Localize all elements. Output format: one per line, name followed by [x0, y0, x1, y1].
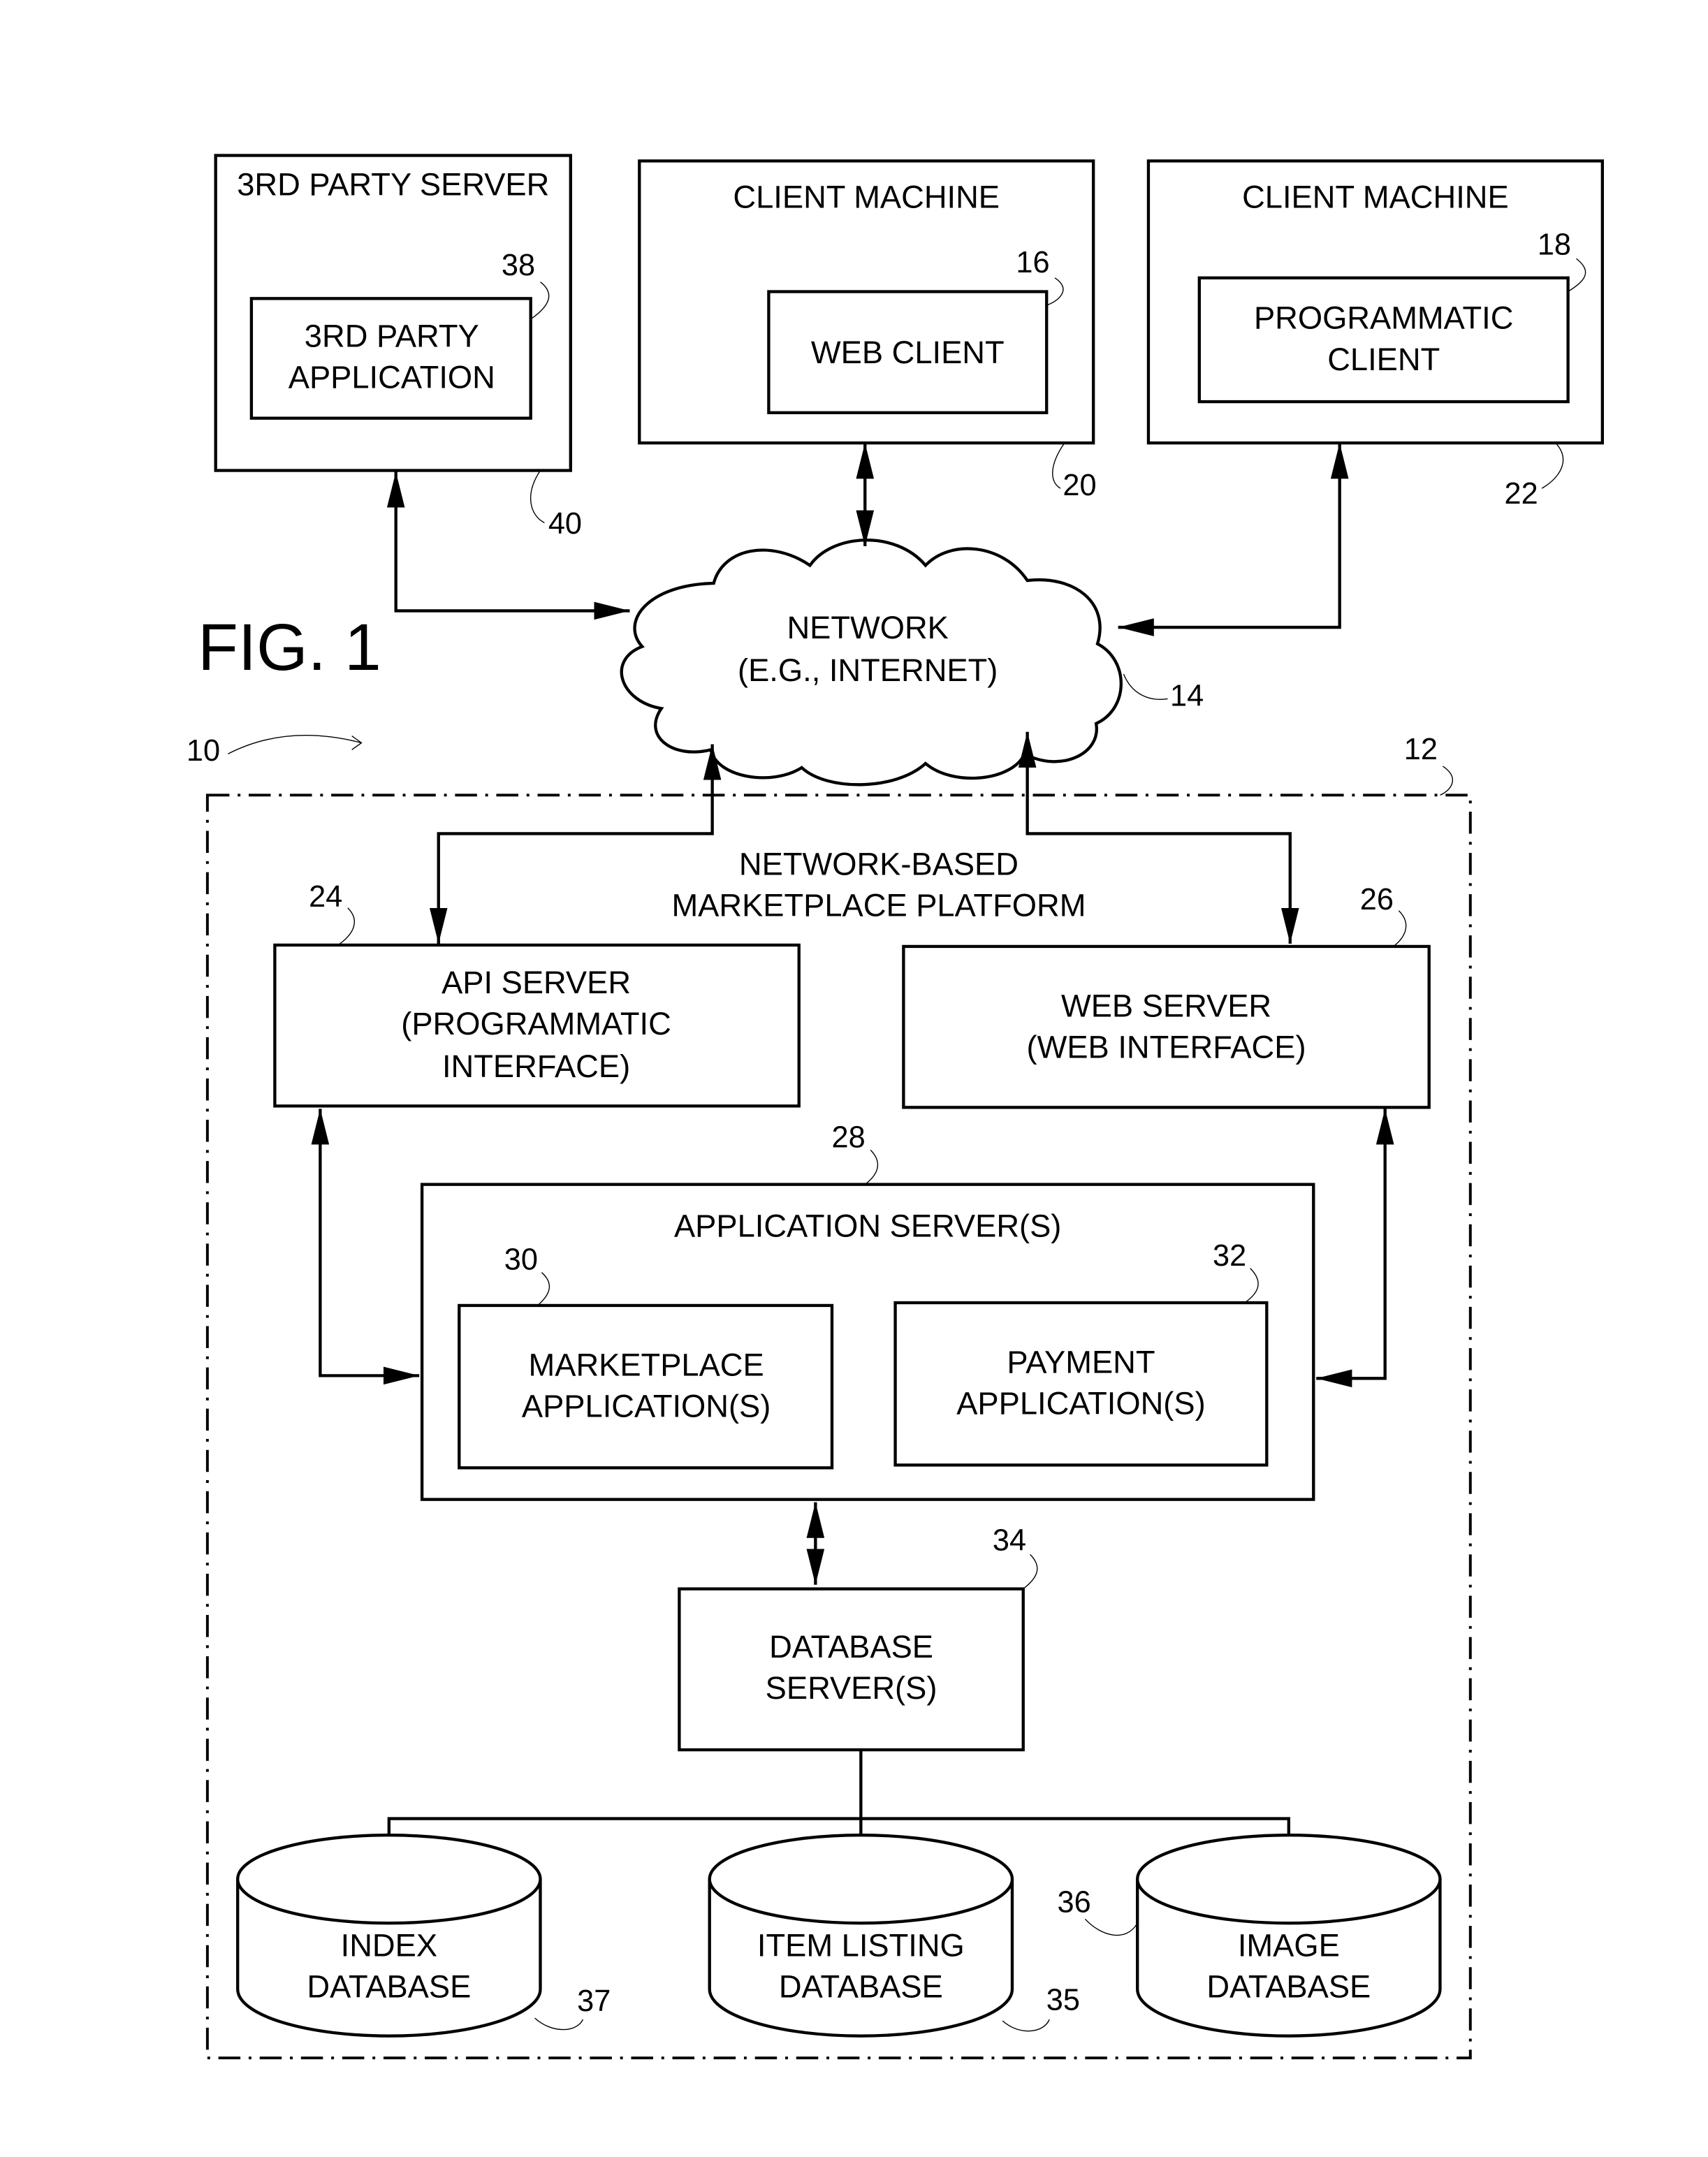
ref-36-leader [1084, 1918, 1138, 1936]
ref-26: 26 [1360, 883, 1394, 916]
ref-30: 30 [504, 1243, 538, 1277]
network-label-line1: NETWORK [787, 610, 948, 645]
image-database-line1: IMAGE [1238, 1927, 1340, 1963]
ref-10: 10 [187, 734, 220, 768]
marketplace-applications-line2: APPLICATION(S) [522, 1388, 771, 1424]
third-party-application-line1: 3RD PARTY [305, 318, 479, 353]
ref-22-leader [1541, 442, 1564, 489]
ref-24: 24 [309, 880, 342, 914]
ref-12: 12 [1404, 733, 1438, 766]
database-servers-box [678, 1587, 1025, 1752]
marketplace-applications-box [458, 1303, 834, 1470]
ref-35-leader [1002, 2019, 1050, 2032]
item-listing-database-line2: DATABASE [779, 1969, 943, 2005]
database-servers: DATABASE SERVER(S) 34 [678, 1524, 1038, 1752]
ref-16: 16 [1016, 246, 1049, 279]
ref-18: 18 [1538, 228, 1571, 261]
third-party-application-box [249, 297, 532, 420]
connector-programmatic-client-network [1118, 443, 1349, 636]
ref-22: 22 [1505, 477, 1538, 511]
connector-api-app-servers [311, 1109, 420, 1385]
platform-label-line1: NETWORK-BASED [739, 847, 1019, 882]
api-server-line1: API SERVER [441, 965, 631, 1000]
third-party-server: 3RD PARTY SERVER 3RD PARTY APPLICATION 3… [214, 154, 582, 541]
index-database-line2: DATABASE [307, 1969, 471, 2005]
api-server-line2: (PROGRAMMATIC [401, 1006, 671, 1041]
third-party-application-line2: APPLICATION [289, 359, 495, 395]
item-listing-database-top [708, 1833, 1014, 1925]
ref-34: 34 [993, 1524, 1026, 1558]
database-servers-line1: DATABASE [769, 1629, 933, 1665]
item-listing-database-line1: ITEM LISTING [757, 1927, 965, 1963]
client-machine-1: CLIENT MACHINE WEB CLIENT 16 20 [638, 159, 1097, 502]
image-database-top [1136, 1833, 1442, 1925]
api-server-line3: INTERFACE) [442, 1048, 630, 1084]
ref-14-leader [1123, 673, 1168, 700]
ref-32: 32 [1213, 1239, 1246, 1273]
system-diagram: FIG. 1 10 3RD PARTY SERVER 3RD PARTY APP… [187, 154, 1605, 2060]
marketplace-applications-line1: MARKETPLACE [529, 1347, 764, 1382]
image-database: IMAGE DATABASE 36 [1058, 1833, 1442, 2038]
connector-third-party-network [386, 471, 630, 620]
client-machine-2-title: CLIENT MACHINE [1242, 179, 1509, 214]
ref-37-leader [534, 2017, 584, 2031]
web-client-label: WEB CLIENT [811, 335, 1005, 370]
client-machine-1-title: CLIENT MACHINE [733, 179, 1000, 214]
ref-28: 28 [832, 1120, 866, 1154]
image-database-line2: DATABASE [1206, 1969, 1371, 2005]
ref-34-leader [1023, 1553, 1038, 1590]
client-machine-2: CLIENT MACHINE PROGRAMMATIC CLIENT 18 22 [1146, 159, 1605, 511]
web-server-box [902, 944, 1431, 1109]
ref-40: 40 [548, 507, 582, 541]
ref-12-leader [1440, 766, 1454, 796]
figure-title: FIG. 1 [198, 610, 381, 685]
ref-28-leader [864, 1149, 879, 1185]
application-servers: APPLICATION SERVER(S) 28 MARKETPLACE APP… [420, 1120, 1315, 1501]
network-cloud: NETWORK (E.G., INTERNET) 14 [620, 539, 1204, 787]
ref-20: 20 [1063, 469, 1096, 502]
index-database: INDEX DATABASE 37 [236, 1833, 611, 2038]
programmatic-client-box [1197, 276, 1570, 404]
ref-35: 35 [1046, 1983, 1080, 2017]
ref-40-leader [530, 470, 545, 523]
payment-applications-box [893, 1301, 1269, 1467]
ref-37: 37 [577, 1984, 611, 2018]
index-database-top [236, 1833, 542, 1925]
platform-label-line2: MARKETPLACE PLATFORM [671, 888, 1086, 923]
third-party-server-title: 3RD PARTY SERVER [237, 167, 549, 203]
ref-14: 14 [1170, 679, 1204, 712]
programmatic-client-line1: PROGRAMMATIC [1254, 300, 1513, 336]
web-server-line1: WEB SERVER [1061, 988, 1271, 1023]
database-servers-line2: SERVER(S) [766, 1670, 937, 1706]
programmatic-client-line2: CLIENT [1327, 342, 1440, 377]
web-server-line2: (WEB INTERFACE) [1027, 1029, 1306, 1065]
payment-applications-line2: APPLICATION(S) [956, 1386, 1205, 1421]
ref-38: 38 [502, 249, 535, 282]
ref-10-arrow [228, 735, 363, 754]
connector-web-app-servers [1316, 1109, 1394, 1388]
ref-26-leader [1393, 910, 1407, 947]
application-servers-title: APPLICATION SERVER(S) [674, 1208, 1061, 1243]
payment-applications-line1: PAYMENT [1007, 1344, 1155, 1380]
network-label-line2: (E.G., INTERNET) [738, 652, 998, 688]
item-listing-database: ITEM LISTING DATABASE 35 [708, 1833, 1080, 2038]
ref-36: 36 [1058, 1885, 1091, 1919]
index-database-line1: INDEX [341, 1927, 437, 1963]
